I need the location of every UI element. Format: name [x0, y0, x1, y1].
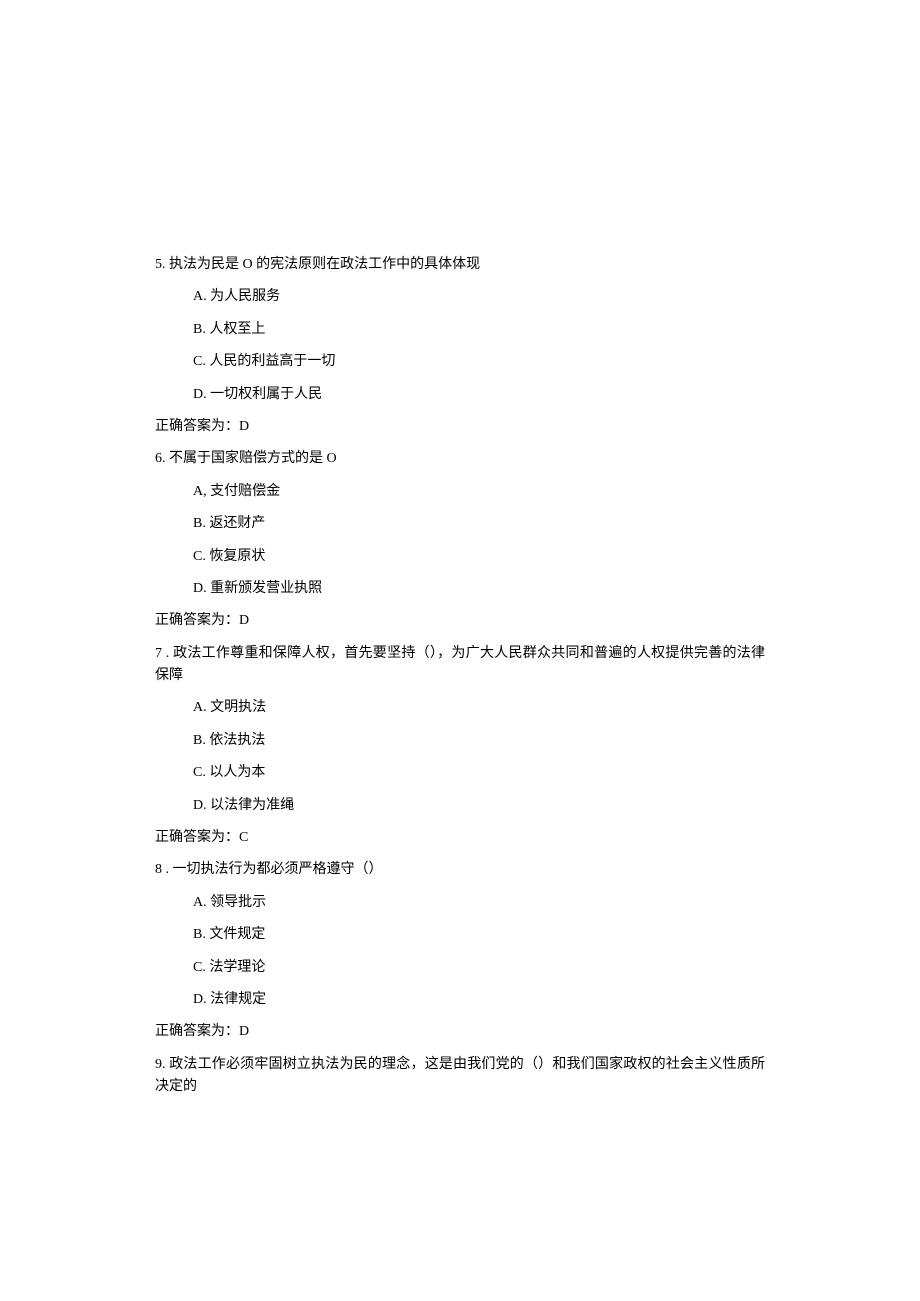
answer-line: 正确答案为：D [155, 1021, 765, 1043]
question-stem: 9. 政法工作必须牢固树立执法为民的理念，这是由我们党的（）和我们国家政权的社会… [155, 1054, 765, 1099]
question-text: 政法工作尊重和保障人权，首先要坚持（），为广大人民群众共同和普遍的人权提供完善的… [155, 646, 765, 683]
question-number: 5. [155, 257, 166, 272]
question-block: 8 . 一切执法行为都必须严格遵守（） A. 领导批示 B. 文件规定 C. 法… [155, 859, 765, 1043]
option-c: C. 恢复原状 [155, 546, 765, 568]
option-c: C. 以人为本 [155, 762, 765, 784]
question-text: 一切执法行为都必须严格遵守（） [173, 862, 383, 877]
answer-label: 正确答案为： [155, 830, 239, 845]
option-a: A. 为人民服务 [155, 286, 765, 308]
answer-value: D [239, 419, 249, 434]
option-d: D. 法律规定 [155, 989, 765, 1011]
question-stem: 6. 不属于国家赔偿方式的是 O [155, 448, 765, 470]
question-text: 不属于国家赔偿方式的是 O [169, 451, 337, 466]
answer-line: 正确答案为：C [155, 827, 765, 849]
option-c: C. 人民的利益高于一切 [155, 351, 765, 373]
option-b: B. 依法执法 [155, 730, 765, 752]
question-block: 5. 执法为民是 O 的宪法原则在政法工作中的具体体现 A. 为人民服务 B. … [155, 254, 765, 438]
question-block: 6. 不属于国家赔偿方式的是 O A, 支付赔偿金 B. 返还财产 C. 恢复原… [155, 448, 765, 632]
option-a: A. 文明执法 [155, 697, 765, 719]
option-d: D. 重新颁发营业执照 [155, 578, 765, 600]
question-text: 执法为民是 O 的宪法原则在政法工作中的具体体现 [169, 257, 480, 272]
answer-value: C [239, 830, 248, 845]
question-text: 政法工作必须牢固树立执法为民的理念，这是由我们党的（）和我们国家政权的社会主义性… [155, 1057, 765, 1094]
question-block: 7 . 政法工作尊重和保障人权，首先要坚持（），为广大人民群众共同和普遍的人权提… [155, 643, 765, 850]
question-stem: 7 . 政法工作尊重和保障人权，首先要坚持（），为广大人民群众共同和普遍的人权提… [155, 643, 765, 688]
question-number: 6. [155, 451, 166, 466]
question-stem: 8 . 一切执法行为都必须严格遵守（） [155, 859, 765, 881]
question-number: 7 . [155, 646, 169, 661]
option-c: C. 法学理论 [155, 957, 765, 979]
answer-value: D [239, 613, 249, 628]
question-number: 8 . [155, 862, 169, 877]
document-page: 5. 执法为民是 O 的宪法原则在政法工作中的具体体现 A. 为人民服务 B. … [0, 0, 920, 1099]
option-b: B. 文件规定 [155, 924, 765, 946]
answer-line: 正确答案为：D [155, 610, 765, 632]
question-block: 9. 政法工作必须牢固树立执法为民的理念，这是由我们党的（）和我们国家政权的社会… [155, 1054, 765, 1099]
option-d: D. 一切权利属于人民 [155, 384, 765, 406]
option-b: B. 返还财产 [155, 513, 765, 535]
option-a: A. 领导批示 [155, 892, 765, 914]
answer-label: 正确答案为： [155, 419, 239, 434]
question-number: 9. [155, 1057, 166, 1072]
answer-value: D [239, 1024, 249, 1039]
option-b: B. 人权至上 [155, 319, 765, 341]
option-a: A, 支付赔偿金 [155, 481, 765, 503]
question-stem: 5. 执法为民是 O 的宪法原则在政法工作中的具体体现 [155, 254, 765, 276]
answer-label: 正确答案为： [155, 1024, 239, 1039]
option-d: D. 以法律为准绳 [155, 795, 765, 817]
answer-label: 正确答案为： [155, 613, 239, 628]
answer-line: 正确答案为：D [155, 416, 765, 438]
